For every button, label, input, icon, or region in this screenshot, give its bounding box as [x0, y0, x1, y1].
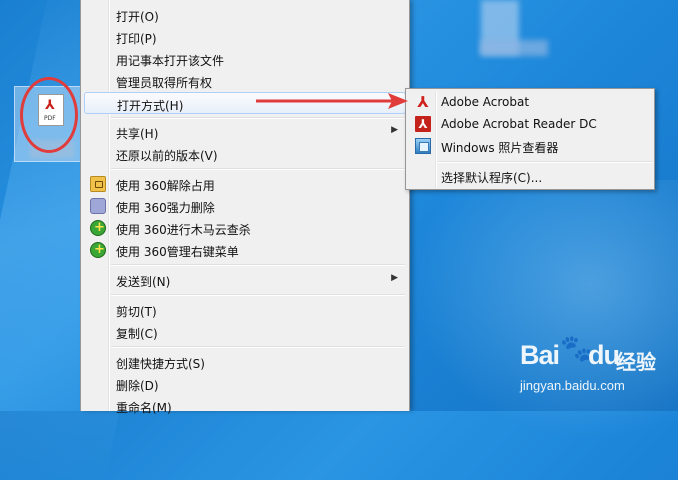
- menu-separator: [111, 294, 405, 296]
- menu-item-label: 剪切(T): [116, 305, 157, 319]
- annotation-circle: [20, 77, 78, 153]
- submenu-item-label: Adobe Acrobat Reader DC: [441, 117, 597, 131]
- menu-item-label: 用记事本打开该文件: [116, 54, 225, 68]
- menu-item-label: 打开方式(H): [117, 99, 184, 113]
- menu-item-cut[interactable]: 剪切(T): [84, 299, 406, 321]
- baidu-jingyan-watermark: Bai 🐾 du 经验 jingyan.baidu.com: [520, 334, 670, 400]
- submenu-item-label: Windows 照片查看器: [441, 141, 559, 155]
- menu-item-360-unlock[interactable]: 使用 360解除占用: [84, 173, 406, 195]
- menu-item-label: 共享(H): [116, 127, 159, 141]
- menu-item-print[interactable]: 打印(P): [84, 26, 406, 48]
- submenu-arrow-icon: ▶: [391, 125, 398, 135]
- menu-item-label: 打开(O): [116, 10, 159, 24]
- menu-item-label: 还原以前的版本(V): [116, 149, 218, 163]
- watermark-brand-suffix: du: [588, 340, 620, 370]
- menu-separator: [111, 117, 405, 119]
- menu-item-label: 重命名(M): [116, 401, 172, 415]
- menu-item-label: 使用 360解除占用: [116, 179, 215, 193]
- shredder-icon: [90, 198, 106, 214]
- menu-item-take-ownership[interactable]: 管理员取得所有权: [84, 70, 406, 92]
- watermark-url: jingyan.baidu.com: [520, 378, 625, 393]
- 360-guard-icon: +: [90, 220, 106, 236]
- menu-separator: [111, 346, 405, 348]
- menu-item-restore-previous[interactable]: 还原以前的版本(V): [84, 143, 406, 165]
- menu-item-copy[interactable]: 复制(C): [84, 321, 406, 343]
- context-menu: 打开(O) 打印(P) 用记事本打开该文件 管理员取得所有权 打开方式(H) 共…: [80, 0, 410, 415]
- menu-item-share[interactable]: 共享(H) ▶: [84, 121, 406, 143]
- open-with-submenu: ⅄ Adobe Acrobat ⅄ Adobe Acrobat Reader D…: [405, 88, 655, 190]
- menu-item-label: 创建快捷方式(S): [116, 357, 205, 371]
- desktop-wallpaper-glow: [410, 180, 678, 440]
- menu-item-360-trojan-scan[interactable]: + 使用 360进行木马云查杀: [84, 217, 406, 239]
- unlock-icon: [90, 176, 106, 192]
- menu-item-open-with-notepad[interactable]: 用记事本打开该文件: [84, 48, 406, 70]
- adobe-acrobat-icon: ⅄: [417, 93, 429, 111]
- submenu-item-label: 选择默认程序(C)...: [441, 171, 543, 185]
- submenu-arrow-icon: ▶: [391, 273, 398, 283]
- submenu-item-adobe-acrobat[interactable]: ⅄ Adobe Acrobat: [408, 91, 652, 113]
- watermark-product: 经验: [616, 350, 656, 374]
- menu-item-label: 使用 360管理右键菜单: [116, 245, 239, 259]
- menu-item-create-shortcut[interactable]: 创建快捷方式(S): [84, 351, 406, 373]
- menu-item-label: 打印(P): [116, 32, 157, 46]
- menu-item-360-force-delete[interactable]: 使用 360强力删除: [84, 195, 406, 217]
- menu-item-360-manage-menu[interactable]: + 使用 360管理右键菜单: [84, 239, 406, 261]
- blurred-desktop-icon-label: [480, 40, 548, 56]
- submenu-separator: [438, 161, 652, 163]
- acrobat-reader-dc-icon: ⅄: [415, 116, 431, 132]
- watermark-brand: Bai: [520, 340, 560, 370]
- menu-item-label: 复制(C): [116, 327, 158, 341]
- menu-item-label: 管理员取得所有权: [116, 76, 213, 90]
- menu-item-label: 发送到(N): [116, 275, 171, 289]
- menu-separator: [111, 168, 405, 170]
- menu-item-delete[interactable]: 删除(D): [84, 373, 406, 395]
- menu-item-label: 使用 360强力删除: [116, 201, 215, 215]
- photo-viewer-icon: [415, 138, 431, 154]
- menu-item-send-to[interactable]: 发送到(N) ▶: [84, 269, 406, 291]
- menu-item-label: 使用 360进行木马云查杀: [116, 223, 251, 237]
- 360-guard-icon: +: [90, 242, 106, 258]
- menu-item-open-with[interactable]: 打开方式(H): [84, 92, 406, 114]
- menu-item-open[interactable]: 打开(O): [84, 4, 406, 26]
- submenu-item-label: Adobe Acrobat: [441, 95, 530, 109]
- menu-separator: [111, 264, 405, 266]
- menu-item-label: 删除(D): [116, 379, 159, 393]
- menu-item-rename[interactable]: 重命名(M): [84, 395, 406, 417]
- submenu-item-acrobat-reader-dc[interactable]: ⅄ Adobe Acrobat Reader DC: [408, 113, 652, 135]
- submenu-item-choose-default[interactable]: 选择默认程序(C)...: [408, 165, 652, 187]
- submenu-item-photo-viewer[interactable]: Windows 照片查看器: [408, 135, 652, 157]
